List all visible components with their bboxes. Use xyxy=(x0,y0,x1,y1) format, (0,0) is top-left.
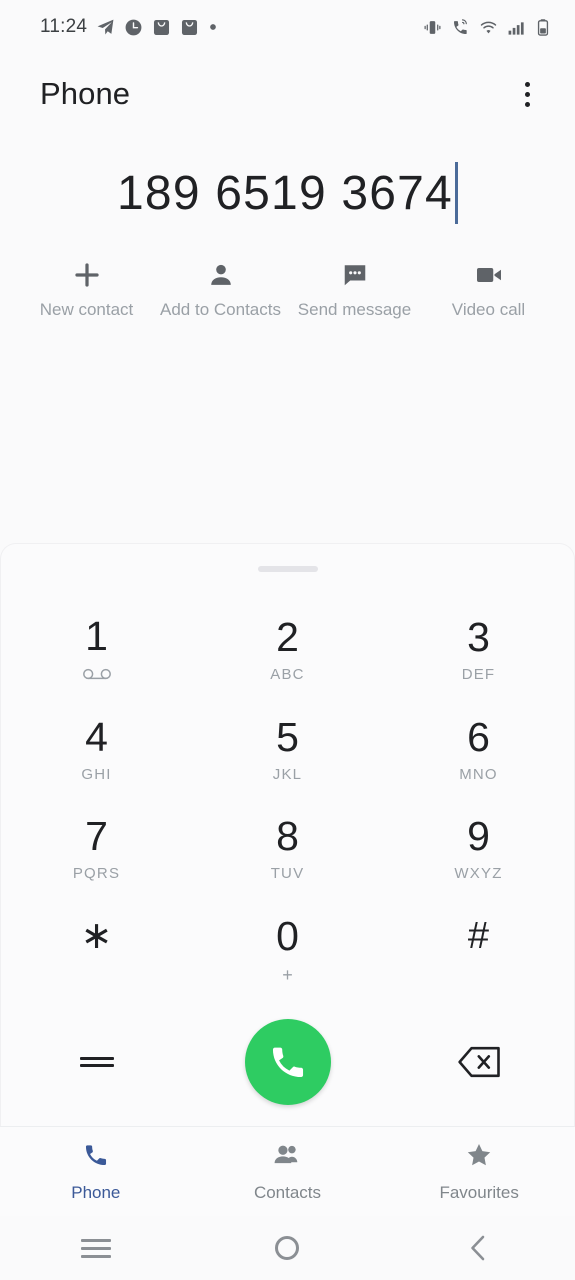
star-icon xyxy=(464,1141,494,1174)
action-label: Send message xyxy=(297,300,412,319)
clock-icon xyxy=(125,19,142,35)
phone-handset-icon xyxy=(272,1047,303,1078)
status-bar-clock: 11:24 xyxy=(40,16,88,37)
battery-icon xyxy=(537,18,549,36)
key-7[interactable]: 7 PQRS xyxy=(1,799,192,899)
hamburger-menu-icon[interactable] xyxy=(67,1032,127,1092)
wifi-icon xyxy=(480,21,497,33)
key-digit: 4 xyxy=(85,713,108,760)
key-letters: DEF xyxy=(461,666,496,684)
key-letters: JKL xyxy=(272,765,303,783)
recents-icon[interactable] xyxy=(68,1224,124,1272)
keypad-sheet: 1 2 ABC 3 DEF 4 GHI 5 JKL 6 MNO 7 PQRS 8… xyxy=(0,543,575,1126)
nav-bar xyxy=(80,1254,111,1258)
tab-label: Contacts xyxy=(253,1182,322,1202)
people-icon xyxy=(272,1141,302,1174)
key-digit: 9 xyxy=(467,813,490,860)
action-label: Video call xyxy=(451,300,526,319)
dot-icon xyxy=(524,101,530,107)
key-letters: MNO xyxy=(459,765,498,783)
dialed-number-value: 189 6519 3674 xyxy=(117,166,453,220)
app-bar: Phone xyxy=(0,54,575,134)
page-title: Phone xyxy=(40,76,131,111)
key-5[interactable]: 5 JKL xyxy=(192,700,383,800)
phone-handset-icon xyxy=(82,1141,110,1174)
video-call-action[interactable]: Video call xyxy=(422,258,556,320)
tab-favourites[interactable]: Favourites xyxy=(383,1141,575,1203)
plus-icon xyxy=(72,258,102,292)
send-message-action[interactable]: Send message xyxy=(288,258,422,320)
action-label: Add to Contacts xyxy=(160,300,281,319)
bottom-tab-bar: Phone Contacts Favourites xyxy=(0,1126,575,1216)
key-letters: TUV xyxy=(270,865,305,883)
key-digit: ∗ xyxy=(80,915,113,958)
key-digit: 0 xyxy=(276,912,299,959)
key-letters: PQRS xyxy=(72,865,121,883)
system-navigation-bar xyxy=(0,1216,575,1280)
person-icon xyxy=(207,258,235,292)
action-label: New contact xyxy=(39,300,134,319)
key-star[interactable]: ∗ xyxy=(1,899,192,999)
tab-label: Phone xyxy=(71,1182,121,1202)
key-digit: 5 xyxy=(276,713,299,760)
key-8[interactable]: 8 TUV xyxy=(192,799,383,899)
key-0[interactable]: 0 + xyxy=(192,899,383,999)
key-9[interactable]: 9 WXYZ xyxy=(383,799,574,899)
dot-icon xyxy=(210,24,216,30)
key-digit: # xyxy=(467,915,490,958)
key-plus-label: + xyxy=(282,964,293,985)
call-button[interactable] xyxy=(244,1019,331,1105)
signal-bars-icon xyxy=(508,21,524,35)
key-3[interactable]: 3 DEF xyxy=(383,600,574,700)
backspace-icon[interactable] xyxy=(448,1034,510,1090)
new-contact-action[interactable]: New contact xyxy=(20,258,154,320)
nav-bar xyxy=(80,1238,111,1242)
message-bubble-icon xyxy=(341,258,369,292)
dot-icon xyxy=(524,81,530,87)
video-camera-icon xyxy=(474,258,504,292)
overflow-menu-button[interactable] xyxy=(505,72,549,116)
home-circle-icon[interactable] xyxy=(259,1224,315,1272)
key-digit: 2 xyxy=(276,614,299,661)
dialpad-grid: 1 2 ABC 3 DEF 4 GHI 5 JKL 6 MNO 7 PQRS 8… xyxy=(1,600,574,998)
mail-bag-icon xyxy=(182,19,198,35)
key-hash[interactable]: # xyxy=(383,899,574,999)
key-2[interactable]: 2 ABC xyxy=(192,600,383,700)
key-digit: 1 xyxy=(85,613,108,660)
tab-label: Favourites xyxy=(439,1182,519,1202)
key-digit: 3 xyxy=(467,614,490,661)
key-letters: ABC xyxy=(270,666,305,684)
sheet-drag-handle[interactable] xyxy=(257,566,318,572)
key-digit: 7 xyxy=(85,813,108,860)
key-digit: 8 xyxy=(276,813,299,860)
nav-bar xyxy=(80,1246,111,1250)
status-bar: 11:24 xyxy=(0,0,575,54)
key-1[interactable]: 1 xyxy=(1,600,192,700)
key-6[interactable]: 6 MNO xyxy=(383,700,574,800)
call-action-row xyxy=(1,998,574,1126)
menu-bar xyxy=(79,1057,114,1060)
tab-contacts[interactable]: Contacts xyxy=(192,1141,384,1203)
add-to-contacts-action[interactable]: Add to Contacts xyxy=(154,258,288,320)
wifi-calling-icon xyxy=(454,18,467,34)
quick-actions-row: New contact Add to Contacts Send message xyxy=(0,252,575,344)
status-bar-left: 11:24 xyxy=(40,16,218,38)
mail-bag-icon xyxy=(154,19,170,35)
key-digit: 6 xyxy=(467,713,490,760)
dialed-number-field[interactable]: 189 6519 3674 xyxy=(0,134,575,252)
menu-bar xyxy=(79,1064,114,1067)
telegram-send-icon xyxy=(97,19,114,34)
key-letters: GHI xyxy=(81,765,112,783)
vibrate-icon xyxy=(424,20,441,34)
text-cursor xyxy=(454,162,458,224)
voicemail-icon xyxy=(82,667,112,683)
key-letters: WXYZ xyxy=(454,865,503,883)
phone-app-screen: 11:24 Phone 189 6519 3674 New contact Ad… xyxy=(0,0,575,1280)
status-bar-right xyxy=(423,18,551,37)
key-4[interactable]: 4 GHI xyxy=(1,700,192,800)
back-chevron-icon[interactable] xyxy=(451,1224,507,1272)
tab-phone[interactable]: Phone xyxy=(0,1141,192,1203)
dot-icon xyxy=(524,91,530,97)
